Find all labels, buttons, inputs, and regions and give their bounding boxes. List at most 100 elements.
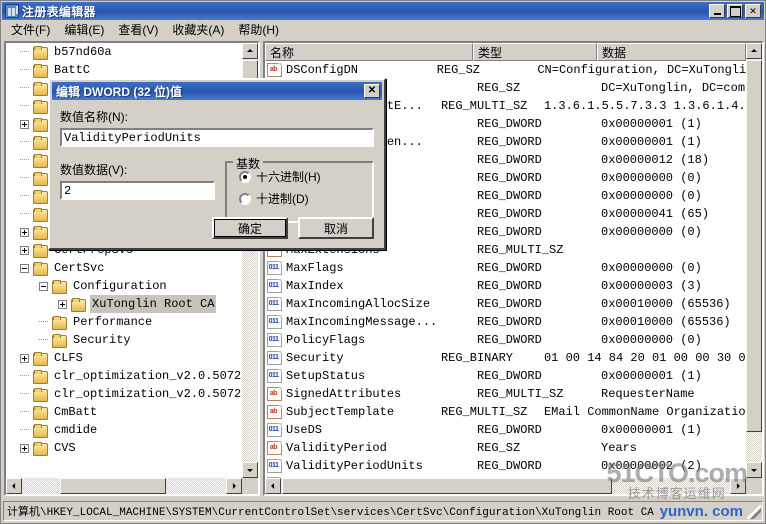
list-scroll-thumb[interactable] (746, 60, 762, 432)
expand-icon[interactable] (20, 245, 29, 255)
expand-icon[interactable] (58, 299, 67, 309)
cell-type: REG_DWORD (477, 459, 542, 473)
maximize-button[interactable] (727, 4, 743, 18)
menu-help[interactable]: 帮助(H) (231, 19, 286, 40)
menu-favorites[interactable]: 收藏夹(A) (165, 19, 231, 40)
close-button[interactable]: ✕ (745, 4, 761, 18)
dialog-close-button[interactable]: ✕ (364, 84, 380, 98)
menu-edit[interactable]: 编辑(E) (57, 19, 111, 40)
listview-row[interactable]: 011 MaxIndex REG_DWORD 0x00000003 (3) (265, 277, 746, 295)
ok-button[interactable]: 确定 (212, 217, 288, 239)
listview-row[interactable]: ab DSConfigDN REG_SZ CN=Configuration, DC=X… (265, 61, 746, 79)
list-horizontal-scrollbar[interactable] (265, 478, 746, 494)
cell-type: REG_DWORD (477, 333, 542, 347)
listview-row[interactable]: 011 ValidityPeriodUnits REG_DWORD 0x0000000… (265, 457, 746, 475)
tree-scroll-up-button[interactable] (242, 43, 258, 59)
radio-hexadecimal-button[interactable] (239, 170, 251, 183)
radio-decimal-button[interactable] (239, 192, 251, 205)
dword-value-icon: 011 (267, 279, 282, 293)
cell-name: 011 MaxIncomingAllocSize (265, 295, 473, 313)
folder-icon (32, 387, 48, 402)
expand-icon[interactable] (20, 119, 29, 129)
listview-row[interactable]: 011 Security REG_BINARY 01 00 14 84 20 01 0… (265, 349, 746, 367)
tree-connector-icon (39, 313, 51, 331)
tree-hscroll-thumb[interactable] (60, 478, 166, 494)
listview-row[interactable]: 011 MaxFlags REG_DWORD 0x00000000 (0) (265, 259, 746, 277)
cell-type: REG_DWORD (477, 261, 542, 275)
folder-icon (32, 225, 48, 240)
cell-type: REG_DWORD (477, 315, 542, 329)
menu-view[interactable]: 查看(V) (111, 19, 165, 40)
tree-item-cmbatt[interactable]: CmBatt (6, 403, 242, 421)
value-name: ValidityPeriodUnits (286, 459, 423, 473)
tree-item-cmdide[interactable]: cmdide (6, 421, 242, 439)
tree-item-clr-optimization-v2-0-50727-3[interactable]: clr_optimization_v2.0.50727_3 (6, 367, 242, 385)
tree-item-battc[interactable]: BattC (6, 61, 242, 79)
listview-row[interactable]: ab ValidityPeriod REG_SZ Years (265, 439, 746, 457)
value-data-input[interactable] (60, 181, 215, 200)
listview-row[interactable]: ab SubjectTemplate REG_MULTI_SZ EMail Commo… (265, 403, 746, 421)
column-header-name[interactable]: 名称 (265, 43, 473, 61)
tree-item-configuration[interactable]: Configuration (6, 277, 242, 295)
tree-item-cvs[interactable]: CVS (6, 439, 242, 457)
value-name-input[interactable] (60, 128, 374, 147)
tree-connector-icon (20, 205, 32, 223)
tree-scroll-right-button[interactable] (226, 478, 242, 494)
cell-data: Years (601, 441, 638, 455)
list-hscroll-thumb[interactable] (282, 478, 612, 494)
expand-icon[interactable] (20, 443, 29, 453)
cell-type: REG_DWORD (477, 189, 542, 203)
tree-item-label: CertSvc (54, 261, 105, 275)
tree-item-clr-optimization-v2-0-50727-6[interactable]: clr_optimization_v2.0.50727_6 (6, 385, 242, 403)
dialog-titlebar: 编辑 DWORD (32 位)值 ✕ (52, 82, 382, 100)
tree-scroll-left-button[interactable] (6, 478, 22, 494)
cell-name: 011 UseDS (265, 421, 473, 439)
list-scroll-left-button[interactable] (265, 478, 281, 494)
collapse-icon[interactable] (39, 281, 48, 291)
tree-item-xutonglin-root-ca[interactable]: XuTonglin Root CA (6, 295, 242, 313)
folder-icon (32, 423, 48, 438)
resize-grip-icon[interactable] (747, 505, 761, 519)
listview-row[interactable]: 011 UseDS REG_DWORD 0x00000001 (1) (265, 421, 746, 439)
list-vertical-scrollbar[interactable] (746, 43, 762, 478)
tree-horizontal-scrollbar[interactable] (6, 478, 242, 494)
listview-row[interactable]: 011 MaxIncomingMessage... REG_DWORD 0x00010… (265, 313, 746, 331)
status-bar-path: 计算机\HKEY_LOCAL_MACHINE\SYSTEM\CurrentCon… (7, 507, 654, 519)
radio-decimal[interactable]: 十进制(D) (239, 190, 372, 207)
tree-item-security[interactable]: Security (6, 331, 242, 349)
tree-item-performance[interactable]: Performance (6, 313, 242, 331)
minimize-button[interactable] (709, 4, 725, 18)
cell-type: REG_MULTI_SZ (440, 405, 528, 419)
listview-row[interactable]: 011 SetupStatus REG_DWORD 0x00000001 (1) (265, 367, 746, 385)
cell-type: REG_DWORD (477, 171, 542, 185)
collapse-icon[interactable] (20, 263, 29, 273)
menu-file[interactable]: 文件(F) (4, 19, 57, 40)
tree-scroll-down-button[interactable] (242, 462, 258, 478)
folder-icon (51, 279, 67, 294)
list-scroll-up-button[interactable] (746, 43, 762, 59)
column-header-data[interactable]: 数据 (597, 43, 746, 61)
tree-item-label: CLFS (54, 351, 83, 365)
value-name-label: 数值名称(N): (60, 110, 128, 124)
column-header-type[interactable]: 类型 (473, 43, 597, 61)
tree-item-label: clr_optimization_v2.0.50727_6 (54, 387, 242, 401)
tree-item-clfs[interactable]: CLFS (6, 349, 242, 367)
list-scroll-down-button[interactable] (746, 462, 762, 478)
cancel-button[interactable]: 取消 (298, 217, 374, 239)
value-name: MaxIndex (286, 279, 344, 293)
value-name: MaxIncomingMessage... (286, 315, 438, 329)
listview-row[interactable]: ab SignedAttributes REG_MULTI_SZ RequesterN… (265, 385, 746, 403)
list-scroll-right-button[interactable] (730, 478, 746, 494)
listview-row[interactable]: 011 PolicyFlags REG_DWORD 0x00000000 (0) (265, 331, 746, 349)
expand-icon[interactable] (20, 353, 29, 363)
expand-icon[interactable] (20, 227, 29, 237)
dword-value-icon: 011 (267, 297, 282, 311)
tree-item-b57nd60a[interactable]: b57nd60a (6, 43, 242, 61)
tree-item-certsvc[interactable]: CertSvc (6, 259, 242, 277)
listview-row[interactable]: 011 MaxIncomingAllocSize REG_DWORD 0x000100… (265, 295, 746, 313)
